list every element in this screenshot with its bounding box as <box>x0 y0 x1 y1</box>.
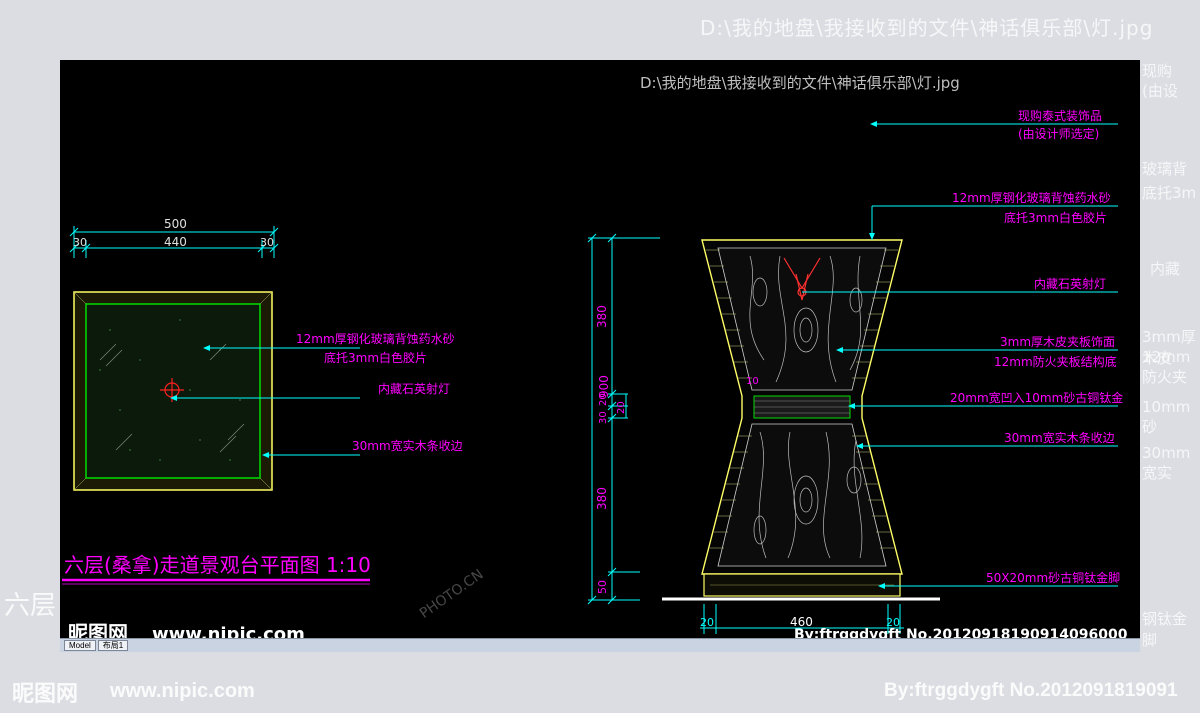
bg-right-6: 12mm防火夹 <box>1142 348 1191 386</box>
tab-layout1[interactable]: 布局1 <box>97 640 129 651</box>
bg-right-8: 30mm宽实 <box>1142 444 1191 482</box>
watermark-text: PHOTO.CN <box>417 567 487 622</box>
bg-right-3: 底托3m <box>1142 184 1197 202</box>
plan-label-lamp: 内藏石英射灯 <box>378 381 450 396</box>
elev-label-foot: 50X20mm砂古铜钛金脚 <box>986 570 1120 585</box>
tab-model[interactable]: Model <box>64 640 96 651</box>
bg-path-caption: D:\我的地盘\我接收到的文件\神话俱乐部\灯.jpg <box>700 16 1154 40</box>
layout-tabs-bar: Model 布局1 <box>60 638 1140 652</box>
elev-label-glass: 12mm厚钢化玻璃背蚀药水砂 <box>952 191 1111 205</box>
elev-dim-side: 10 <box>746 376 759 387</box>
bg-url: www.nipic.com <box>110 680 255 702</box>
plan-label-edge: 30mm宽实木条收边 <box>352 438 463 453</box>
plan-dim-inner: 440 <box>164 235 187 249</box>
bg-right-7: 10mm砂 <box>1142 398 1191 436</box>
bg-id: By:ftrggdygft No.2012091819091 <box>884 680 1178 701</box>
bg-right-0: 现购 <box>1142 62 1173 80</box>
bg-right-1: (由设 <box>1142 82 1178 100</box>
elev-dim-top: 380 <box>595 305 609 328</box>
bg-left-label: 六层 <box>4 591 57 621</box>
elev-dim-bottom-left: 20 <box>700 616 714 629</box>
plan-label-film: 底托3mm白色胶片 <box>324 350 427 365</box>
elev-label-edge: 30mm宽实木条收边 <box>1004 430 1115 445</box>
elev-dim-foot: 50 <box>596 580 609 594</box>
elev-dim-mid-b: 30 <box>598 411 609 424</box>
plan-label-glass: 12mm厚钢化玻璃背蚀药水砂 <box>296 332 455 346</box>
bg-right-2: 玻璃背 <box>1142 160 1188 178</box>
elev-label-lamp: 内藏石英射灯 <box>1034 276 1106 291</box>
elev-label-decor: 现购泰式装饰品 <box>1018 108 1102 123</box>
bg-logo: 昵图网 <box>12 681 79 706</box>
cad-window: D:\我的地盘\我接收到的文件\神话俱乐部\灯.jpg 500 440 30 3… <box>60 60 1140 652</box>
elev-dim-mid-a: 20 <box>598 393 609 406</box>
path-caption: D:\我的地盘\我接收到的文件\神话俱乐部\灯.jpg <box>640 74 960 92</box>
plan-title: 六层(桑拿)走道景观台平面图 1:10 <box>64 553 371 577</box>
bg-right-4: 内藏 <box>1150 260 1181 278</box>
cad-canvas: D:\我的地盘\我接收到的文件\神话俱乐部\灯.jpg 500 440 30 3… <box>62 74 1128 645</box>
plan-dim-left: 30 <box>73 236 87 249</box>
elev-label-decor-note: (由设计师选定) <box>1018 126 1099 141</box>
elev-label-film: 底托3mm白色胶片 <box>1004 210 1107 225</box>
plan-glass-panel <box>85 303 261 479</box>
elev-label-veneer: 3mm厚木皮夹板饰面 <box>1000 335 1115 349</box>
plan-view: 500 440 30 30 12mm厚钢化玻璃背蚀药水砂 底托3mm白色胶片 内… <box>62 217 463 585</box>
plan-dim-total: 500 <box>164 217 187 231</box>
elev-dim-bottom: 380 <box>595 487 609 510</box>
elev-label-plywood: 12mm防火夹板结构底 <box>994 354 1117 369</box>
plan-dim-right: 30 <box>260 236 274 249</box>
elev-label-band: 20mm宽凹入10mm砂古铜钛金 <box>950 390 1123 405</box>
bg-right-9: 钢钛金脚 <box>1142 610 1188 649</box>
elevation-view: 900 380 20 30 20 380 50 20 460 20 10 现购泰… <box>587 108 1123 634</box>
elev-dim-mid-c: 20 <box>616 401 627 414</box>
